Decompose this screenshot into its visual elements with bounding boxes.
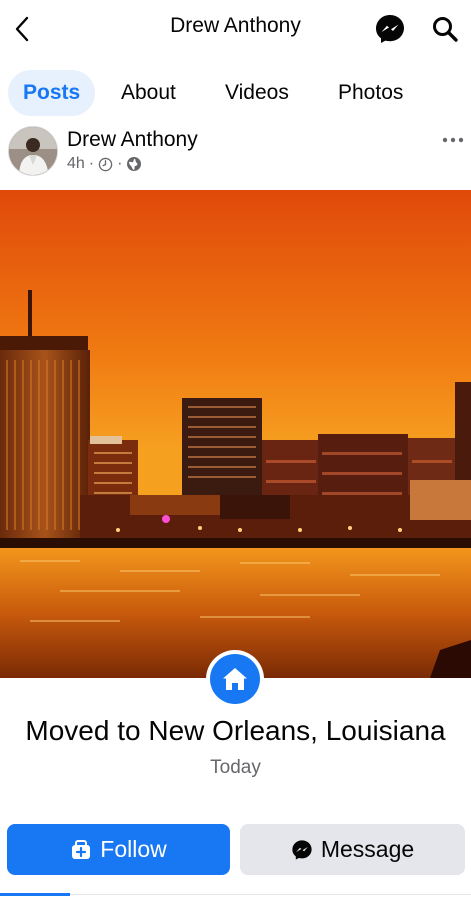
post-author[interactable]: Drew Anthony	[67, 128, 198, 152]
messenger-icon	[292, 839, 312, 860]
search-icon	[433, 17, 458, 42]
globe-icon	[127, 157, 142, 171]
follow-label: Follow	[100, 836, 167, 862]
avatar-photo	[9, 127, 57, 175]
avatar[interactable]	[8, 126, 58, 176]
tab-about[interactable]: About	[121, 70, 176, 116]
skyline-image	[0, 190, 471, 678]
post-time: 4h	[67, 155, 85, 172]
tab-posts[interactable]: Posts	[8, 70, 96, 116]
follow-button[interactable]: Follow	[7, 824, 230, 875]
divider	[0, 894, 471, 895]
follow-icon	[72, 839, 91, 859]
life-event-date: Today	[210, 757, 261, 778]
search-button[interactable]	[428, 12, 462, 46]
clock-icon	[98, 157, 113, 171]
message-label: Message	[320, 836, 415, 862]
profile-tabs: Posts About Videos Photos	[0, 70, 471, 116]
post-header: Drew Anthony 4h · ·	[0, 124, 471, 186]
life-event-photo[interactable]	[0, 190, 471, 678]
active-indicator	[0, 893, 70, 896]
post-meta: 4h · ·	[67, 155, 142, 173]
life-event-title: Moved to New Orleans, Louisiana	[25, 715, 446, 746]
messenger-button[interactable]	[373, 12, 407, 46]
life-event-badge	[206, 650, 264, 708]
meta-separator: ·	[117, 155, 123, 172]
more-horizontal-icon	[442, 137, 464, 143]
tab-photos[interactable]: Photos	[338, 70, 403, 116]
meta-separator: ·	[88, 155, 95, 172]
home-icon	[223, 668, 247, 690]
more-options-button[interactable]	[441, 130, 465, 150]
top-bar: Drew Anthony	[0, 0, 471, 58]
message-button[interactable]: Message	[240, 824, 465, 875]
messenger-icon	[376, 15, 404, 43]
tab-videos[interactable]: Videos	[225, 70, 289, 116]
